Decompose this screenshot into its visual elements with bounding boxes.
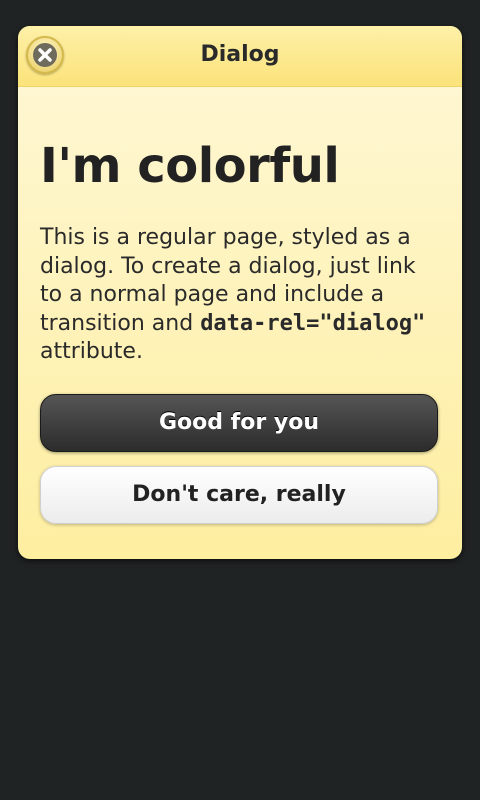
dialog: Dialog I'm colorful This is a regular pa… [18,26,462,559]
dont-care-button[interactable]: Don't care, really [40,466,438,524]
dialog-title: Dialog [200,42,280,67]
page-heading: I'm colorful [40,138,340,194]
body-text-suffix: attribute. [40,339,143,364]
dialog-header: Dialog [18,26,462,87]
screen-background: Dialog I'm colorful This is a regular pa… [0,0,480,800]
body-text: This is a regular page, styled as a dial… [40,224,440,367]
good-for-you-button[interactable]: Good for you [40,394,438,452]
body-text-code: data-rel="dialog" [200,310,426,336]
dialog-content: I'm colorful This is a regular page, sty… [40,86,440,367]
